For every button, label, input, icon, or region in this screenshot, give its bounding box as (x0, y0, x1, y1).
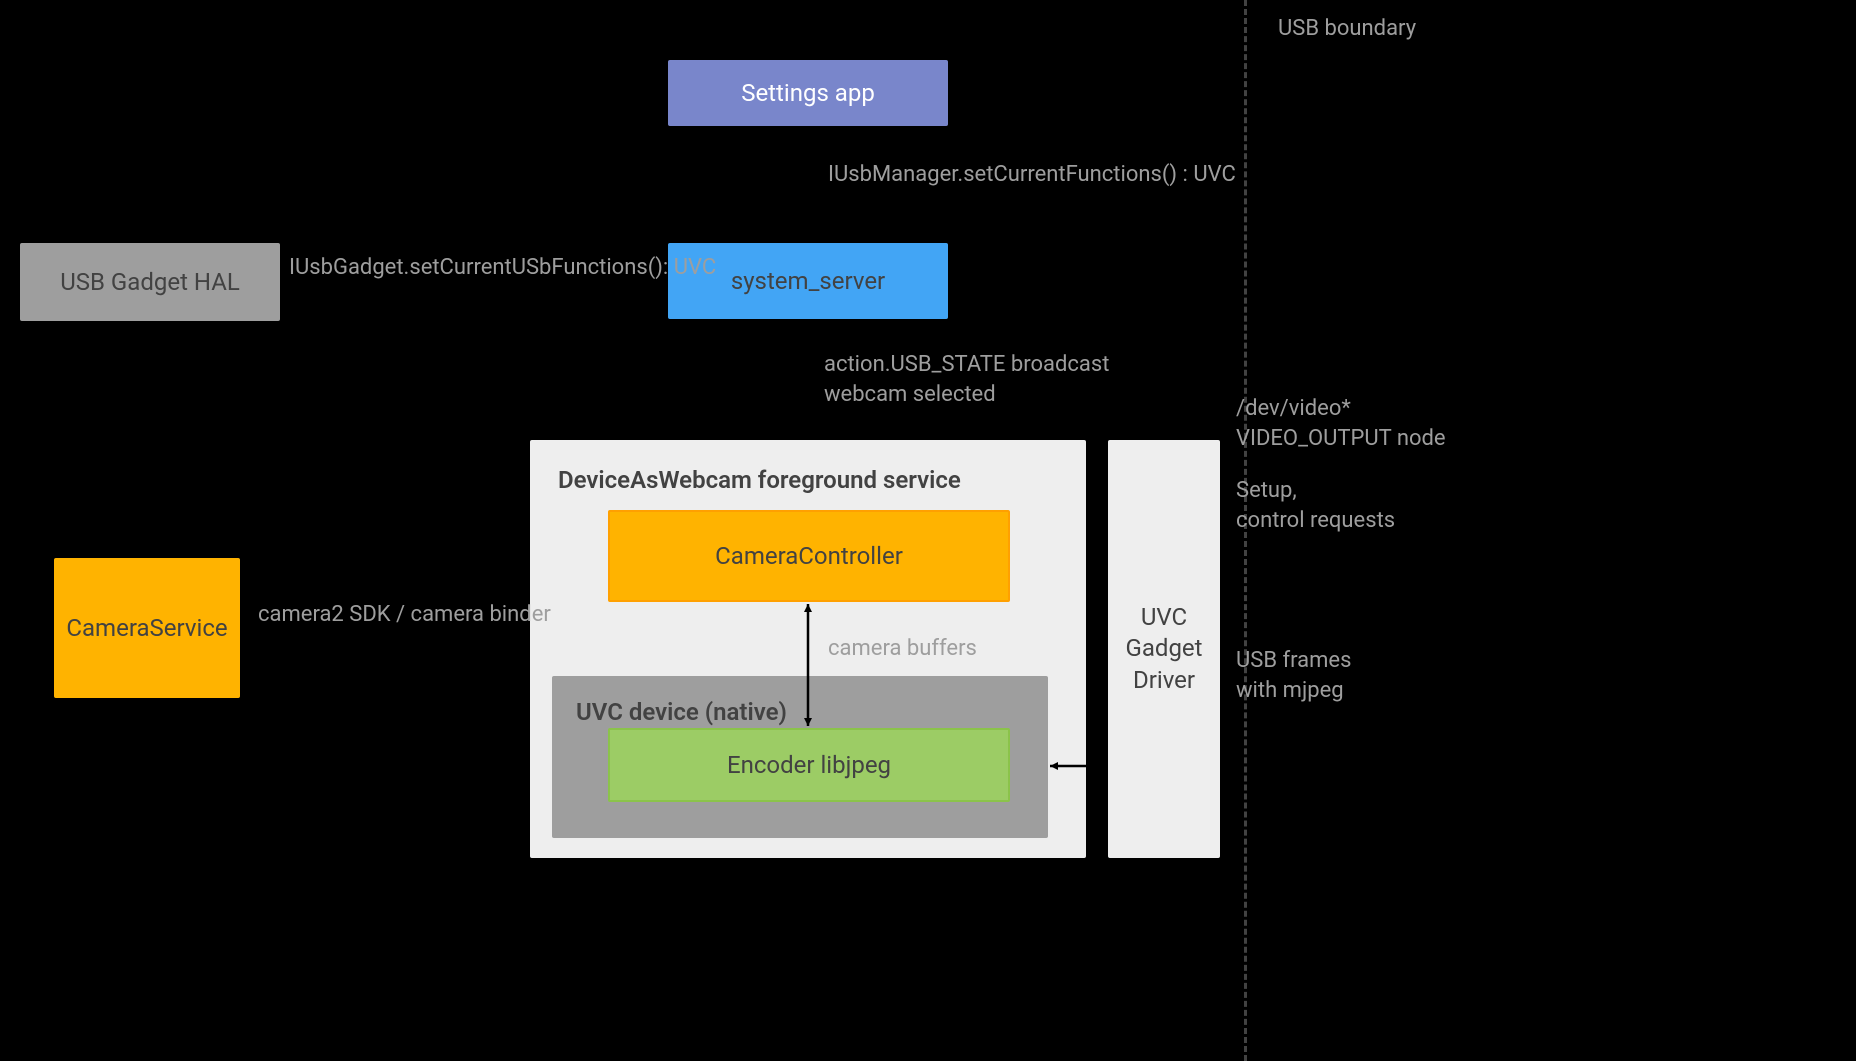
setup-control-label: Setup, control requests (1236, 476, 1395, 535)
usb-gadget-hal-label: USB Gadget HAL (60, 268, 240, 296)
usb-frames-label: USB frames with mjpeg (1236, 646, 1351, 705)
dawfs-title: DeviceAsWebcam foreground service (558, 466, 961, 494)
encoder-libjpeg-label: Encoder libjpeg (727, 751, 891, 779)
settings-app-label: Settings app (741, 79, 875, 107)
camera-service-box: CameraService (54, 558, 240, 698)
dev-video-label: /dev/video* VIDEO_OUTPUT node (1236, 394, 1446, 453)
encoder-libjpeg-box: Encoder libjpeg (608, 728, 1010, 802)
camera-service-label: CameraService (66, 614, 227, 642)
system-server-label: system_server (731, 267, 885, 295)
camera2-sdk-label: camera2 SDK / camera binder (258, 602, 551, 627)
usb-boundary-label: USB boundary (1278, 16, 1416, 41)
settings-app-box: Settings app (668, 60, 948, 126)
uvc-native-title: UVC device (native) (576, 698, 787, 726)
uvc-gadget-driver-label: UVC Gadget Driver (1126, 602, 1203, 696)
uvc-gadget-driver-box: UVC Gadget Driver (1108, 440, 1220, 858)
camera-buffers-label: camera buffers (828, 636, 977, 661)
camera-controller-box: CameraController (608, 510, 1010, 602)
camera-controller-label: CameraController (715, 542, 903, 570)
iusbgadget-label: IUsbGadget.setCurrentUSbFunctions(): UVC (289, 255, 716, 280)
iusbmanager-label: IUsbManager.setCurrentFunctions() : UVC (828, 162, 1236, 187)
usb-state-label: action.USB_STATE broadcast webcam select… (824, 350, 1109, 409)
usb-gadget-hal-box: USB Gadget HAL (20, 243, 280, 321)
